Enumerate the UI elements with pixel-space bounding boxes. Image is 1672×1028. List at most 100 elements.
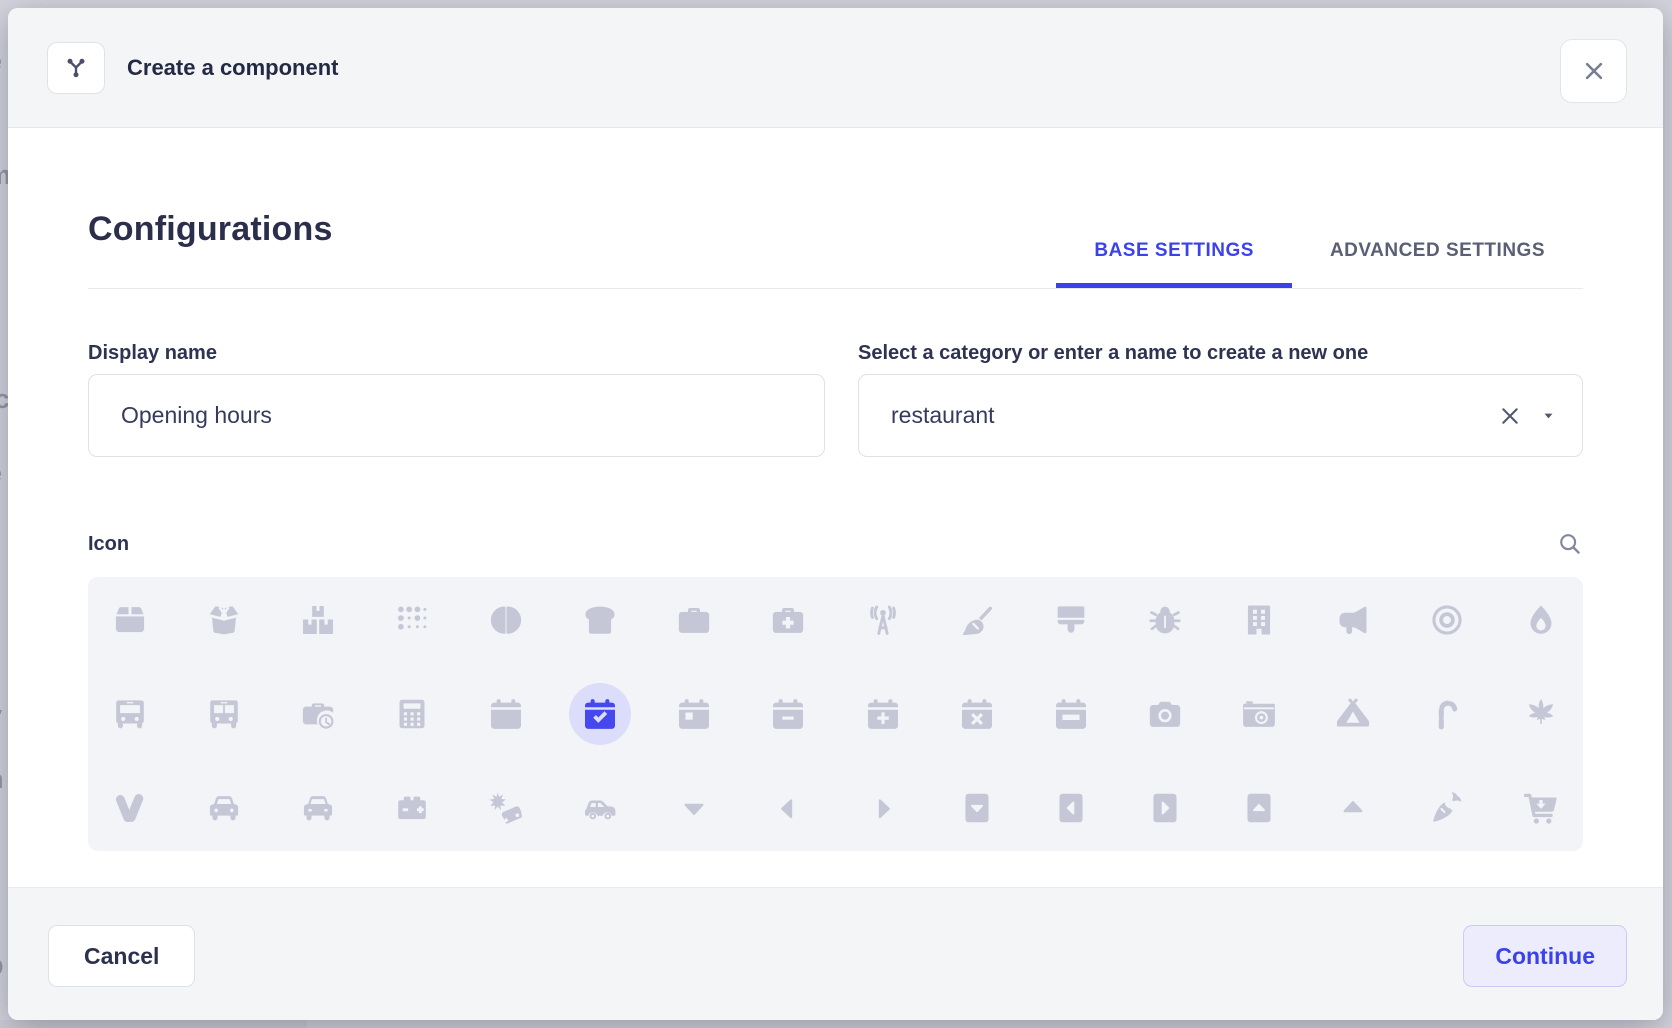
calendar-plus-icon (865, 696, 901, 732)
bug-icon (1147, 602, 1183, 638)
backdrop-text-fragment: b (0, 950, 8, 984)
component-icon-box (47, 42, 105, 94)
icon-option-cannabis[interactable] (1523, 696, 1559, 732)
backdrop-text-fragment: r (0, 548, 8, 582)
icon-option-calendar-plus[interactable] (865, 696, 901, 732)
cancel-button[interactable]: Cancel (48, 925, 195, 987)
icon-option-candy-cane[interactable] (1429, 696, 1465, 732)
icon-option-camera[interactable] (1147, 696, 1183, 732)
icon-option-calendar-day[interactable] (676, 696, 712, 732)
calendar-minus-icon (770, 696, 806, 732)
cannabis-icon (1523, 696, 1559, 732)
icon-option-car-side[interactable] (582, 790, 618, 826)
icon-option-cart-arrow-down[interactable] (1523, 790, 1559, 826)
icon-option-briefcase-medical[interactable] (770, 602, 806, 638)
icon-option-building[interactable] (1241, 602, 1277, 638)
category-value: restaurant (891, 402, 995, 429)
component-branch-icon (61, 53, 91, 83)
icon-option-broadcast-tower[interactable] (865, 602, 901, 638)
icon-option-car[interactable] (206, 790, 242, 826)
modal-footer: Cancel Continue (8, 887, 1663, 1020)
icon-option-bullseye[interactable] (1429, 602, 1465, 638)
backdrop-text-fragment: v (0, 700, 8, 734)
car-alt-icon (300, 790, 336, 826)
icon-option-carrot[interactable] (1429, 790, 1465, 826)
icon-option-business-time[interactable] (300, 696, 336, 732)
bread-slice-icon (582, 602, 618, 638)
icon-option-calendar-week[interactable] (1053, 696, 1089, 732)
burn-icon (1523, 602, 1559, 638)
calendar-week-icon (1053, 696, 1089, 732)
icon-option-calendar-minus[interactable] (770, 696, 806, 732)
icon-option-car-crash[interactable] (488, 790, 524, 826)
icon-option-car-alt[interactable] (300, 790, 336, 826)
icon-option-boxes[interactable] (300, 602, 336, 638)
icon-option-bus[interactable] (112, 696, 148, 732)
caret-square-down-icon (959, 790, 995, 826)
icon-option-brush[interactable] (1053, 602, 1089, 638)
icon-option-caret-square-right[interactable] (1147, 790, 1183, 826)
broom-icon (959, 602, 995, 638)
icon-picker-header: Icon (88, 531, 1583, 557)
clear-x-icon[interactable] (1497, 403, 1523, 429)
icon-label: Icon (88, 534, 129, 555)
icon-option-car-battery[interactable] (394, 790, 430, 826)
icon-grid (88, 577, 1583, 851)
icon-option-briefcase[interactable] (676, 602, 712, 638)
category-select[interactable]: restaurant (858, 374, 1583, 457)
search-icon[interactable] (1557, 531, 1583, 557)
calendar-check-icon (582, 696, 618, 732)
icon-option-caret-down[interactable] (676, 790, 712, 826)
display-name-input[interactable] (88, 374, 825, 457)
candy-cane-icon (1429, 696, 1465, 732)
caret-left-icon (770, 790, 806, 826)
caret-right-icon (865, 790, 901, 826)
boxes-icon (300, 602, 336, 638)
business-time-icon (300, 696, 336, 732)
icon-option-bus-alt[interactable] (206, 696, 242, 732)
tab-base-settings[interactable]: BASE SETTINGS (1056, 240, 1292, 288)
icon-option-broom[interactable] (959, 602, 995, 638)
configurations-header-row: Configurations BASE SETTINGSADVANCED SET… (88, 128, 1583, 289)
icon-option-capsules[interactable] (112, 790, 148, 826)
icon-option-box-open[interactable] (206, 602, 242, 638)
tab-advanced-settings[interactable]: ADVANCED SETTINGS (1292, 240, 1583, 288)
continue-button[interactable]: Continue (1463, 925, 1627, 987)
icon-option-calculator[interactable] (394, 696, 430, 732)
icon-option-caret-square-up[interactable] (1241, 790, 1277, 826)
icon-option-bug[interactable] (1147, 602, 1183, 638)
backdrop-divider (0, 1020, 307, 1028)
backdrop-text-fragment: m (0, 160, 8, 194)
settings-tabs: BASE SETTINGSADVANCED SETTINGS (1056, 240, 1583, 288)
icon-option-caret-square-left[interactable] (1053, 790, 1089, 826)
box-icon (112, 602, 148, 638)
bus-icon (112, 696, 148, 732)
calendar-times-icon (959, 696, 995, 732)
icon-option-caret-square-down[interactable] (959, 790, 995, 826)
icon-option-caret-up[interactable] (1335, 790, 1371, 826)
icon-option-bread-slice[interactable] (582, 602, 618, 638)
backdrop-text-fragment: e (0, 458, 8, 492)
brush-icon (1053, 602, 1089, 638)
calendar-icon (488, 696, 524, 732)
icon-option-caret-right[interactable] (865, 790, 901, 826)
icon-option-caret-left[interactable] (770, 790, 806, 826)
create-component-modal: Create a component Configurations BASE S… (8, 8, 1663, 1020)
icon-option-box[interactable] (112, 602, 148, 638)
caret-up-icon (1335, 790, 1371, 826)
capsules-icon (112, 790, 148, 826)
icon-option-calendar[interactable] (488, 696, 524, 732)
close-button[interactable] (1560, 39, 1627, 103)
icon-option-burn[interactable] (1523, 602, 1559, 638)
box-open-icon (206, 602, 242, 638)
backdrop-text-fragment: e (0, 46, 8, 80)
icon-option-calendar-times[interactable] (959, 696, 995, 732)
icon-option-bullhorn[interactable] (1335, 602, 1371, 638)
section-title: Configurations (88, 128, 333, 288)
icon-option-calendar-check[interactable] (582, 696, 618, 732)
caret-down-icon[interactable] (1539, 406, 1558, 425)
icon-option-camera-retro[interactable] (1241, 696, 1277, 732)
icon-option-brain[interactable] (488, 602, 524, 638)
icon-option-campground[interactable] (1335, 696, 1371, 732)
icon-option-braille[interactable] (394, 602, 430, 638)
